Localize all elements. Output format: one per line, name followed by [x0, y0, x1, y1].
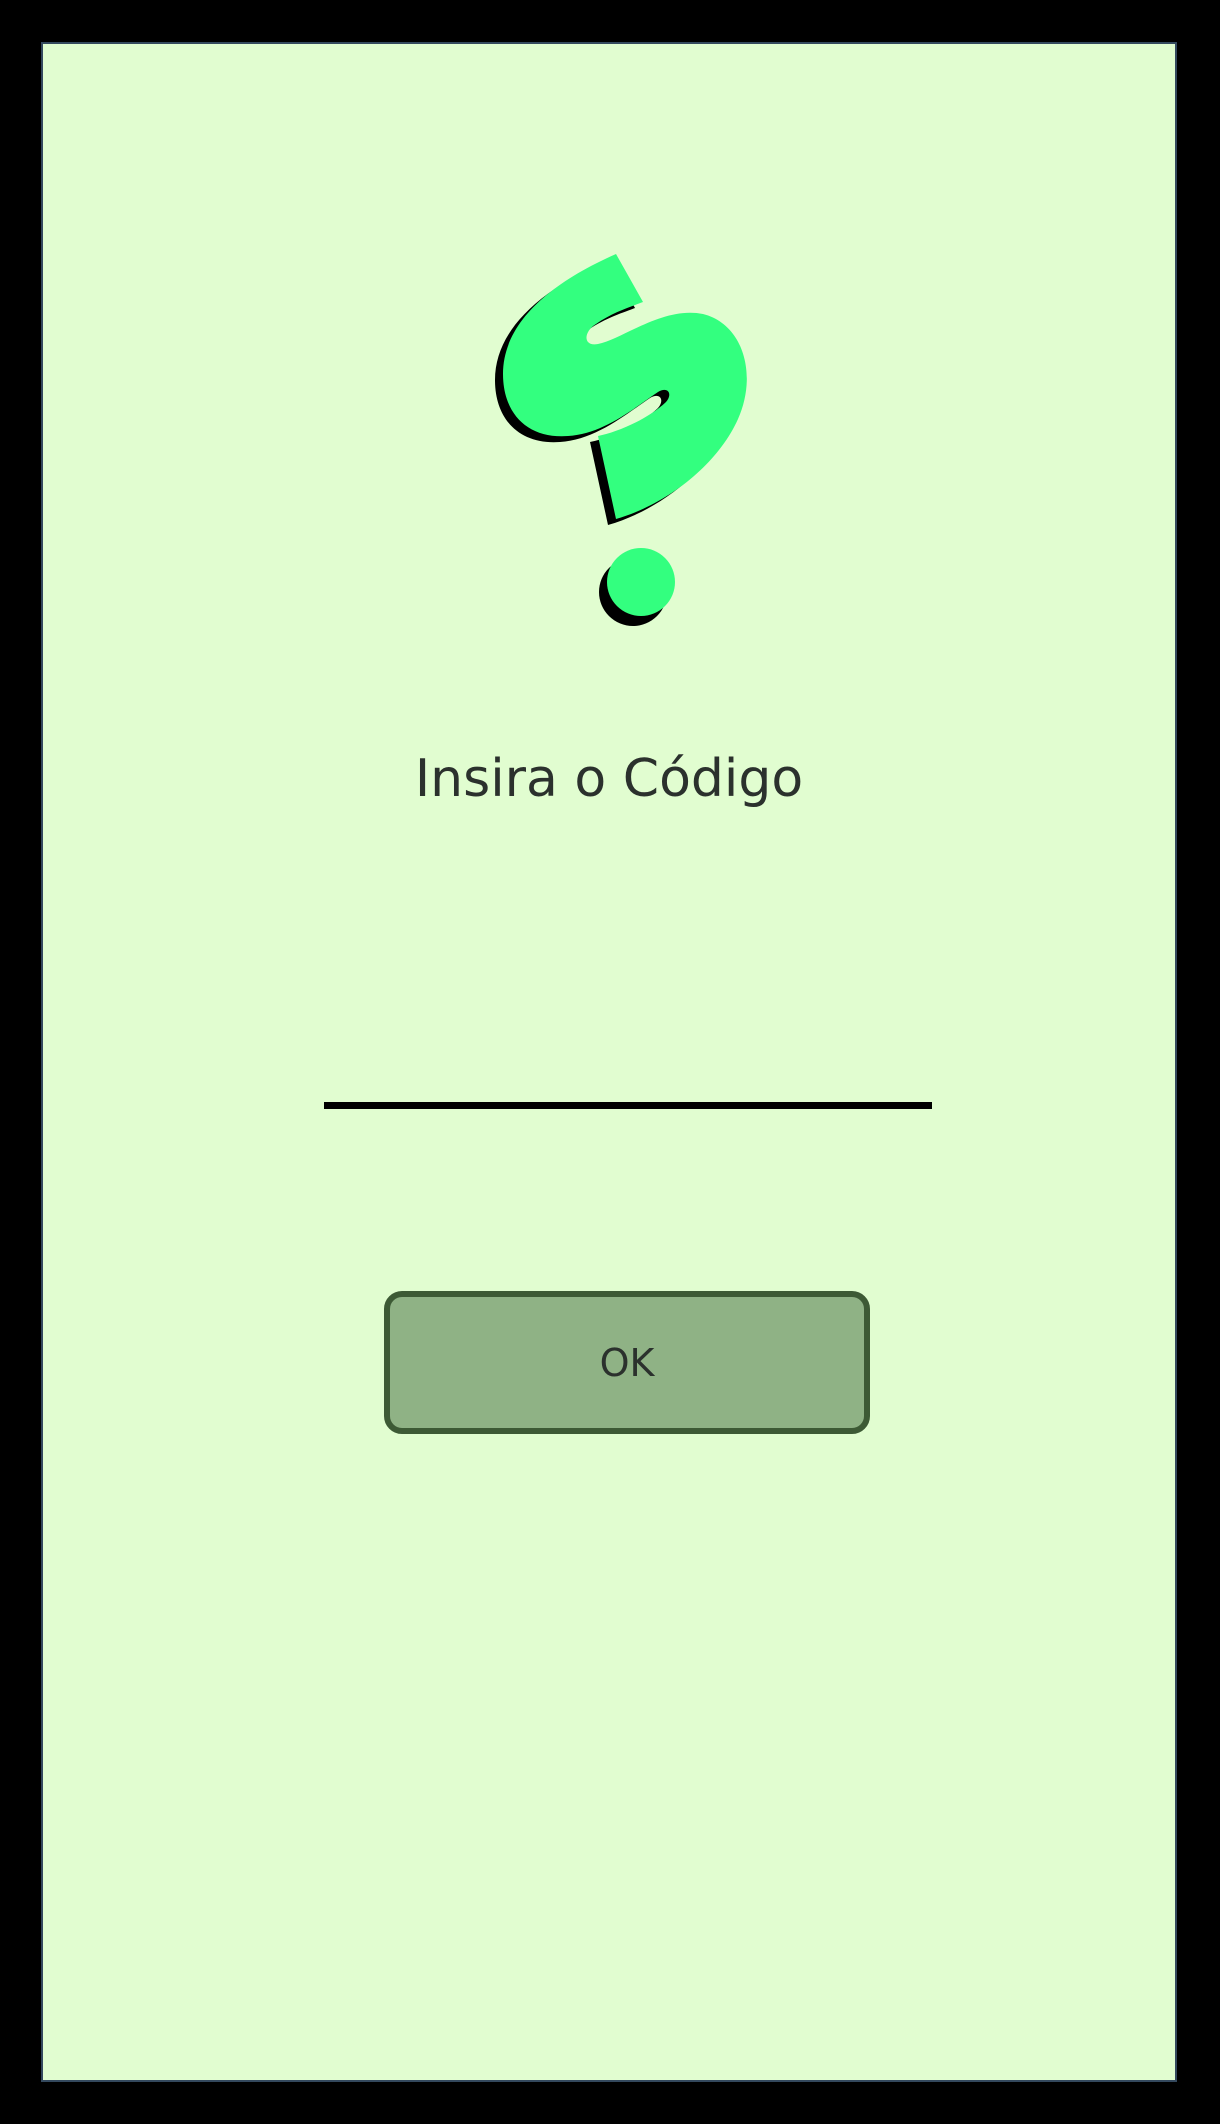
- page-title: Insira o Código: [414, 749, 804, 809]
- dollar-question-mark-logo-icon: [495, 254, 747, 626]
- code-input[interactable]: [324, 989, 932, 1109]
- ok-button[interactable]: OK: [384, 1291, 870, 1434]
- app-screen: Insira o Código OK: [41, 42, 1177, 2082]
